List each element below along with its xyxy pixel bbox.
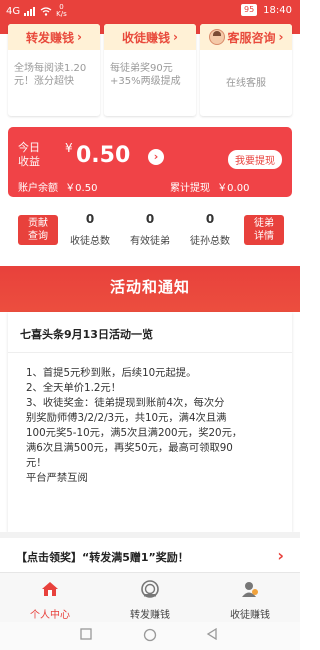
today-earnings-label: 今日 收益: [18, 141, 40, 168]
card-customer-service[interactable]: 客服咨询 › 在线客服: [200, 24, 292, 116]
feature-cards: 转发赚钱 › 全场每阅读1.20元！涨分超快 收徒赚钱 › 每徒弟奖90元+35…: [0, 24, 300, 116]
notice-line: 别奖励师傅3/2/2/3元，共10元，满4次且满: [26, 412, 227, 424]
tab-share-earn[interactable]: 转发赚钱: [100, 579, 200, 621]
divider: [8, 352, 292, 353]
system-nav-bar: [0, 622, 300, 650]
today-earnings-value: 0.50: [76, 143, 131, 168]
card-title: 转发赚钱: [26, 30, 75, 45]
tab-label: 转发赚钱: [130, 610, 170, 621]
apprentice-details-button[interactable]: 徒弟 详情: [244, 215, 284, 245]
chevron-right-icon: ›: [77, 30, 82, 44]
home-nav-icon[interactable]: [143, 628, 157, 642]
notice-line: 1、首提5元秒到账，后续10元起提。: [26, 367, 197, 379]
balance-label: 账户余额: [18, 183, 58, 194]
wifi-icon: [40, 6, 52, 16]
back-icon[interactable]: [206, 628, 218, 640]
card-title: 客服咨询: [227, 30, 276, 45]
total-withdrawn-label: 累计提现: [170, 183, 210, 194]
recent-apps-icon[interactable]: [80, 628, 92, 640]
withdraw-button[interactable]: 我要提现: [228, 150, 282, 169]
notice-line: 2、全天单价1.2元！: [26, 382, 122, 394]
tab-label: 收徒赚钱: [230, 610, 270, 621]
earnings-panel: 今日 收益 ¥ 0.50 › 我要提现 账户余额 ￥0.50 累计提现 ￥0.0…: [8, 127, 292, 197]
apprentice-stats: 贡献 查询 0 收徒总数 0 有效徒弟 0 徒孙总数 徒弟 详情: [8, 210, 292, 250]
tab-recruit-earn[interactable]: 收徒赚钱: [200, 579, 300, 621]
stat-label: 有效徒弟: [130, 236, 170, 247]
battery-indicator: 95: [240, 4, 258, 16]
clock: 18:40: [263, 4, 292, 16]
tab-bar: 个人中心 转发赚钱 收徒赚钱: [0, 572, 300, 622]
card-share-earn[interactable]: 转发赚钱 › 全场每阅读1.20元！涨分超快: [8, 24, 100, 116]
signal-bars-icon: [24, 6, 36, 16]
stat-valid-apprentices: 0 有效徒弟: [120, 212, 180, 247]
stat-total-apprentices: 0 收徒总数: [60, 212, 120, 247]
stat-grand-apprentices: 0 徒孙总数: [180, 212, 240, 247]
notice-title: 七喜头条9月13日活动一览: [20, 328, 153, 341]
stat-label: 收徒总数: [70, 236, 110, 247]
user-icon: [242, 582, 258, 597]
section-banner: 活动和通知: [0, 266, 300, 312]
notice-card: 七喜头条9月13日活动一览 1、首提5元秒到账，后续10元起提。 2、全天单价1…: [8, 312, 292, 532]
status-bar: 4G 0 K/s 95 18:40: [0, 0, 300, 22]
earnings-detail-button[interactable]: ›: [148, 149, 164, 165]
chevron-right-icon: ›: [278, 30, 284, 44]
total-withdrawn: 累计提现 ￥0.00: [170, 179, 249, 194]
stat-label: 徒孙总数: [190, 236, 230, 247]
balance-value: ￥0.50: [65, 183, 98, 194]
stat-value: 0: [205, 212, 215, 226]
stat-value: 0: [145, 212, 155, 226]
card-description: 每徒弟奖90元+35%两级提成: [110, 63, 181, 87]
notice-line: 满6次且满500元，再奖50元，最高可领取90: [26, 442, 233, 454]
card-title: 收徒赚钱: [122, 30, 171, 45]
notice-line: 平台严禁互阅: [26, 472, 88, 484]
chevron-right-icon: ›: [173, 30, 178, 44]
home-icon: [42, 582, 58, 596]
notice-line: 100元奖5-10元，满5次且满200元，奖20元，: [26, 427, 243, 439]
promo-link[interactable]: 【点击领奖】“转发满5赠1”奖励！ ›: [8, 540, 292, 572]
currency-symbol: ¥: [65, 141, 73, 155]
card-description: 在线客服: [226, 78, 266, 89]
tab-label: 个人中心: [30, 610, 70, 621]
net-speed: 0 K/s: [56, 3, 67, 18]
section-title: 活动和通知: [109, 278, 190, 296]
tab-personal-center[interactable]: 个人中心: [0, 579, 100, 621]
card-header: 收徒赚钱 ›: [104, 24, 196, 50]
card-description: 全场每阅读1.20元！涨分超快: [14, 63, 87, 87]
contribution-query-button[interactable]: 贡献 查询: [18, 215, 58, 245]
total-withdrawn-value: ￥0.00: [217, 183, 250, 194]
chevron-right-icon: ›: [277, 546, 284, 565]
notice-line: 3、收徒奖金：徒弟提现到账前4次，每次分: [26, 397, 225, 409]
account-balance: 账户余额 ￥0.50: [18, 179, 97, 194]
promo-text: 【点击领奖】“转发满5赠1”奖励！: [16, 551, 189, 564]
signal-indicator: 4G: [6, 5, 21, 17]
avatar-icon: [208, 29, 225, 45]
card-header: 转发赚钱 ›: [8, 24, 100, 50]
share-coin-icon: [141, 580, 159, 598]
card-recruit-earn[interactable]: 收徒赚钱 › 每徒弟奖90元+35%两级提成: [104, 24, 196, 116]
divider: [0, 532, 300, 538]
notice-line: 元！: [26, 457, 47, 469]
stat-value: 0: [85, 212, 95, 226]
notice-body: 1、首提5元秒到账，后续10元起提。 2、全天单价1.2元！ 3、收徒奖金：徒弟…: [26, 366, 282, 486]
card-header: 客服咨询 ›: [200, 24, 292, 50]
